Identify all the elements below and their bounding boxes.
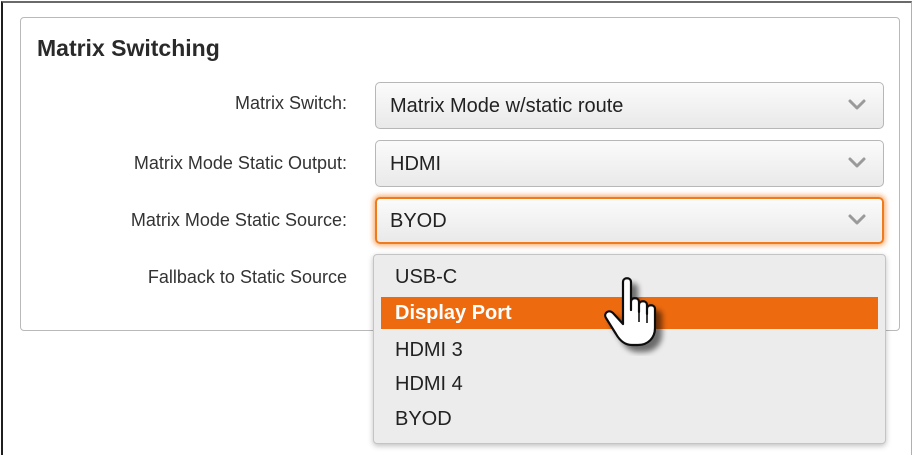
fallback-label: Fallback to Static Source — [147, 267, 347, 287]
matrix-switch-label: Matrix Switch: — [234, 93, 347, 113]
static-source-label: Matrix Mode Static Source: — [130, 210, 347, 230]
matrix-switch-select[interactable]: Matrix Mode w/static route — [375, 82, 884, 129]
static-output-select[interactable]: HDMI — [375, 140, 884, 187]
chevron-down-icon — [848, 99, 866, 110]
static-output-value: HDMI — [390, 153, 442, 175]
panel-title: Matrix Switching — [37, 35, 220, 61]
option-byod[interactable]: BYOD — [381, 403, 878, 435]
matrix-switch-value: Matrix Mode w/static route — [390, 95, 624, 117]
chevron-down-icon — [848, 214, 866, 225]
page: Matrix Switching Matrix Switch: Matrix M… — [0, 0, 915, 457]
static-output-label: Matrix Mode Static Output: — [133, 153, 347, 173]
static-source-value: BYOD — [390, 210, 447, 232]
chevron-down-icon — [848, 157, 866, 168]
hand-pointer-cursor-icon — [604, 277, 657, 347]
static-source-select[interactable]: BYOD — [375, 197, 884, 244]
option-hdmi-4[interactable]: HDMI 4 — [381, 368, 878, 400]
